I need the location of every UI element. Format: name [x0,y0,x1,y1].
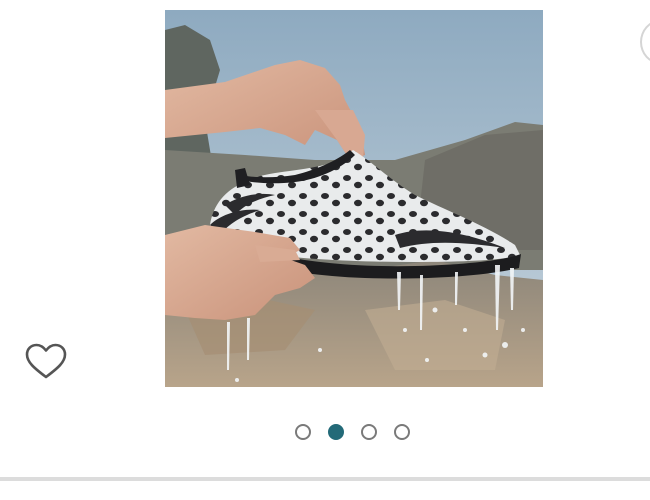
pagination-dot-4[interactable] [394,424,410,440]
section-divider [0,477,650,481]
pagination-dot-2-active[interactable] [328,424,344,440]
wishlist-button[interactable] [24,342,68,382]
product-photo-water-shoe [165,10,543,387]
pagination-dot-3[interactable] [361,424,377,440]
heart-outline-icon [25,343,67,379]
next-image-peek-control[interactable] [640,20,650,64]
product-page [0,0,650,500]
pagination-dot-1[interactable] [295,424,311,440]
product-image[interactable] [165,10,543,387]
image-pagination-dots [0,424,650,440]
